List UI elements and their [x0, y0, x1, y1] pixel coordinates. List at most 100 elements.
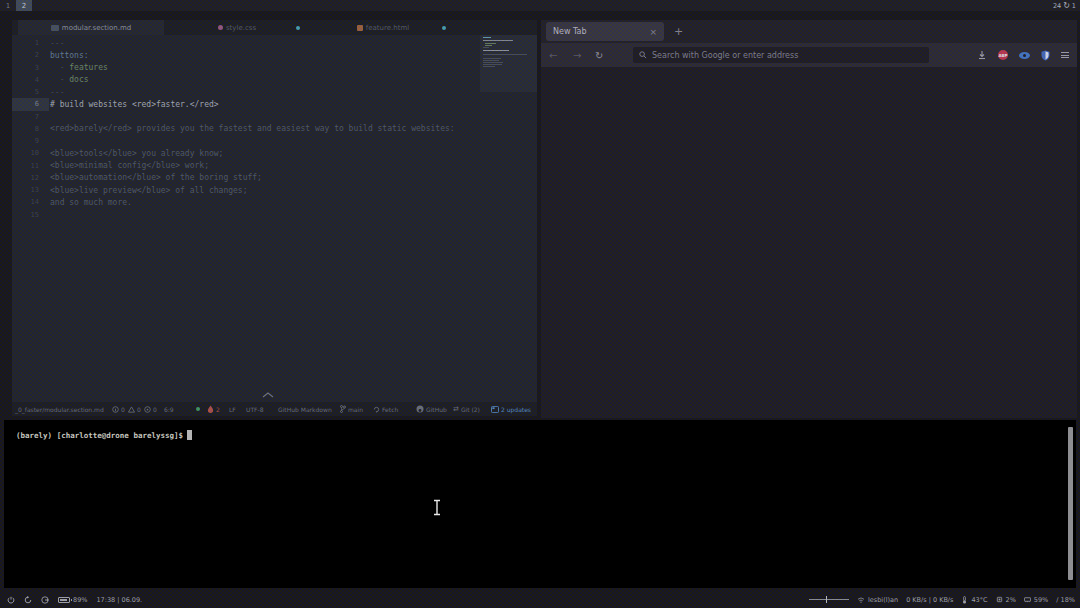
bottom-status-bar: 89% 17:38 | 06.09. lesbi(l)an 0 KB/s | 0… — [0, 591, 1080, 608]
css-icon — [218, 25, 223, 30]
privacy-eye-icon[interactable] — [1019, 52, 1030, 59]
browser-window: New Tab × + ← → ↻ Search with Google or … — [541, 20, 1077, 418]
line-number: 8 — [12, 123, 49, 135]
code-line: <blue>live preview</blue> of all changes… — [49, 184, 537, 196]
statusbar-git[interactable]: ⇄Git (2) — [453, 402, 480, 416]
new-tab-button[interactable]: + — [674, 25, 683, 38]
code-line — [49, 111, 537, 123]
editor-status-bar: _0_faster/modular.section.md 0 0 0 6:9 2… — [12, 402, 537, 416]
line-number: 2 — [12, 49, 49, 61]
cpu-icon — [996, 596, 1003, 603]
fetch-icon — [373, 406, 380, 413]
branch-icon — [340, 405, 346, 413]
line-number: 4 — [12, 74, 49, 86]
modified-dot — [296, 26, 300, 30]
topbar-status: 24 ↻ 1 — [1053, 1, 1080, 10]
browser-toolbar-icons: ABP — [977, 43, 1069, 67]
statusbar-flame[interactable]: 2 — [207, 402, 220, 416]
editor-code[interactable]: ---buttons: - features - docs---# build … — [49, 35, 537, 221]
line-number: 11 — [12, 160, 49, 172]
battery-status: 89% — [58, 596, 87, 604]
code-line — [49, 135, 537, 147]
close-tab-icon[interactable]: × — [649, 27, 657, 37]
statusbar-errors[interactable]: 0 — [144, 402, 157, 416]
code-line: <blue>minimal config</blue> work; — [49, 160, 537, 172]
line-number: 14 — [12, 196, 49, 208]
power-icon[interactable] — [7, 596, 15, 604]
code-line: <blue>automation</blue> of the boring st… — [49, 172, 537, 184]
terminal-prompt: (barely) [charlotte@drone barelyssg]$ — [16, 430, 192, 440]
code-line: # build websites <red>faster.</red> — [49, 98, 537, 110]
code-line: <red>barely</red> provides you the faste… — [49, 123, 537, 135]
statusbar-line-ending[interactable]: LF — [229, 402, 236, 416]
modified-dot — [442, 26, 446, 30]
statusbar-github[interactable]: GitHub — [416, 402, 447, 416]
desktop: 1 2 24 ↻ 1 modular.section.md style.css … — [0, 0, 1080, 608]
code-line: buttons: — [49, 49, 537, 61]
editor-tab-bar: modular.section.md style.css feature.htm… — [12, 20, 537, 35]
statusbar-info[interactable]: 0 — [112, 402, 125, 416]
line-number: 15 — [12, 209, 49, 221]
terminal-scrollbar[interactable] — [1068, 427, 1073, 580]
line-number: 6 — [12, 98, 49, 110]
network-status[interactable]: lesbi(l)an — [857, 596, 898, 604]
editor-tab-feature-html[interactable]: feature.html — [310, 20, 456, 35]
reload-button[interactable]: ↻ — [595, 43, 603, 67]
statusbar-syntax[interactable]: GitHub Markdown — [278, 402, 332, 416]
menu-icon[interactable] — [1061, 52, 1069, 58]
top-bar: 1 2 24 ↻ 1 — [0, 0, 1080, 11]
line-number: 1 — [12, 37, 49, 49]
restart-icon[interactable] — [24, 596, 32, 604]
git-arrows-icon: ⇄ — [453, 405, 459, 413]
download-icon[interactable] — [977, 50, 987, 60]
logout-icon[interactable] — [41, 596, 49, 604]
statusbar-updates[interactable]: 2 updates — [491, 402, 531, 416]
clock[interactable]: 17:38 | 06.09. — [96, 596, 142, 604]
bottombar-right: lesbi(l)an 0 KB/s | 0 KB/s 43°C 2% 59% /… — [809, 596, 1080, 604]
editor-tab-style-css[interactable]: style.css — [164, 20, 310, 35]
statusbar-fetch[interactable]: Fetch — [373, 402, 398, 416]
flame-icon — [207, 405, 214, 413]
volume-slider[interactable] — [809, 599, 849, 600]
cpu-usage: 2% — [996, 596, 1016, 604]
updates-icon — [491, 406, 499, 413]
editor-minimap[interactable] — [480, 35, 537, 92]
terminal-window[interactable]: (barely) [charlotte@drone barelyssg]$ — [4, 420, 1076, 588]
line-number: 3 — [12, 62, 49, 74]
tab-label: style.css — [226, 24, 256, 32]
statusbar-encoding[interactable]: UTF-8 — [246, 402, 264, 416]
warning-icon — [128, 406, 135, 413]
code-line: --- — [49, 37, 537, 49]
editor-window: modular.section.md style.css feature.htm… — [12, 20, 537, 416]
markdown-icon — [51, 25, 59, 31]
line-number: 10 — [12, 147, 49, 159]
browser-tab-title: New Tab — [553, 27, 587, 36]
editor-tab-modular-section[interactable]: modular.section.md — [18, 20, 164, 35]
shield-icon[interactable] — [1041, 50, 1050, 61]
code-line: and so much more. — [49, 196, 537, 208]
url-bar[interactable]: Search with Google or enter address — [633, 47, 929, 63]
wifi-icon — [857, 597, 865, 603]
temperature: 43°C — [961, 596, 987, 604]
info-icon — [112, 406, 119, 413]
panel-toggle-chevron-icon[interactable] — [262, 392, 274, 398]
statusbar-warnings[interactable]: 0 — [128, 402, 141, 416]
browser-tab-bar: New Tab × + — [541, 20, 1077, 43]
ram-icon — [1024, 596, 1031, 603]
back-button[interactable]: ← — [549, 43, 557, 67]
workspace-2[interactable]: 2 — [16, 0, 32, 11]
line-number: 9 — [12, 135, 49, 147]
workspace-1[interactable]: 1 — [0, 0, 16, 11]
network-traffic: 0 KB/s | 0 KB/s — [906, 596, 953, 604]
editor-body[interactable]: 123456789101112131415 ---buttons: - feat… — [12, 35, 537, 402]
pending-count: 1 — [1072, 2, 1076, 10]
tab-label: feature.html — [366, 24, 409, 32]
editor-gutter: 123456789101112131415 — [12, 35, 49, 402]
statusbar-branch[interactable]: main — [340, 402, 363, 416]
disk-usage: / 18% — [1056, 596, 1075, 604]
browser-content[interactable] — [541, 67, 1077, 418]
adblock-icon[interactable]: ABP — [998, 50, 1008, 60]
terminal-cursor — [187, 430, 192, 440]
forward-button[interactable]: → — [573, 43, 581, 67]
browser-tab-new-tab[interactable]: New Tab × — [546, 22, 664, 41]
